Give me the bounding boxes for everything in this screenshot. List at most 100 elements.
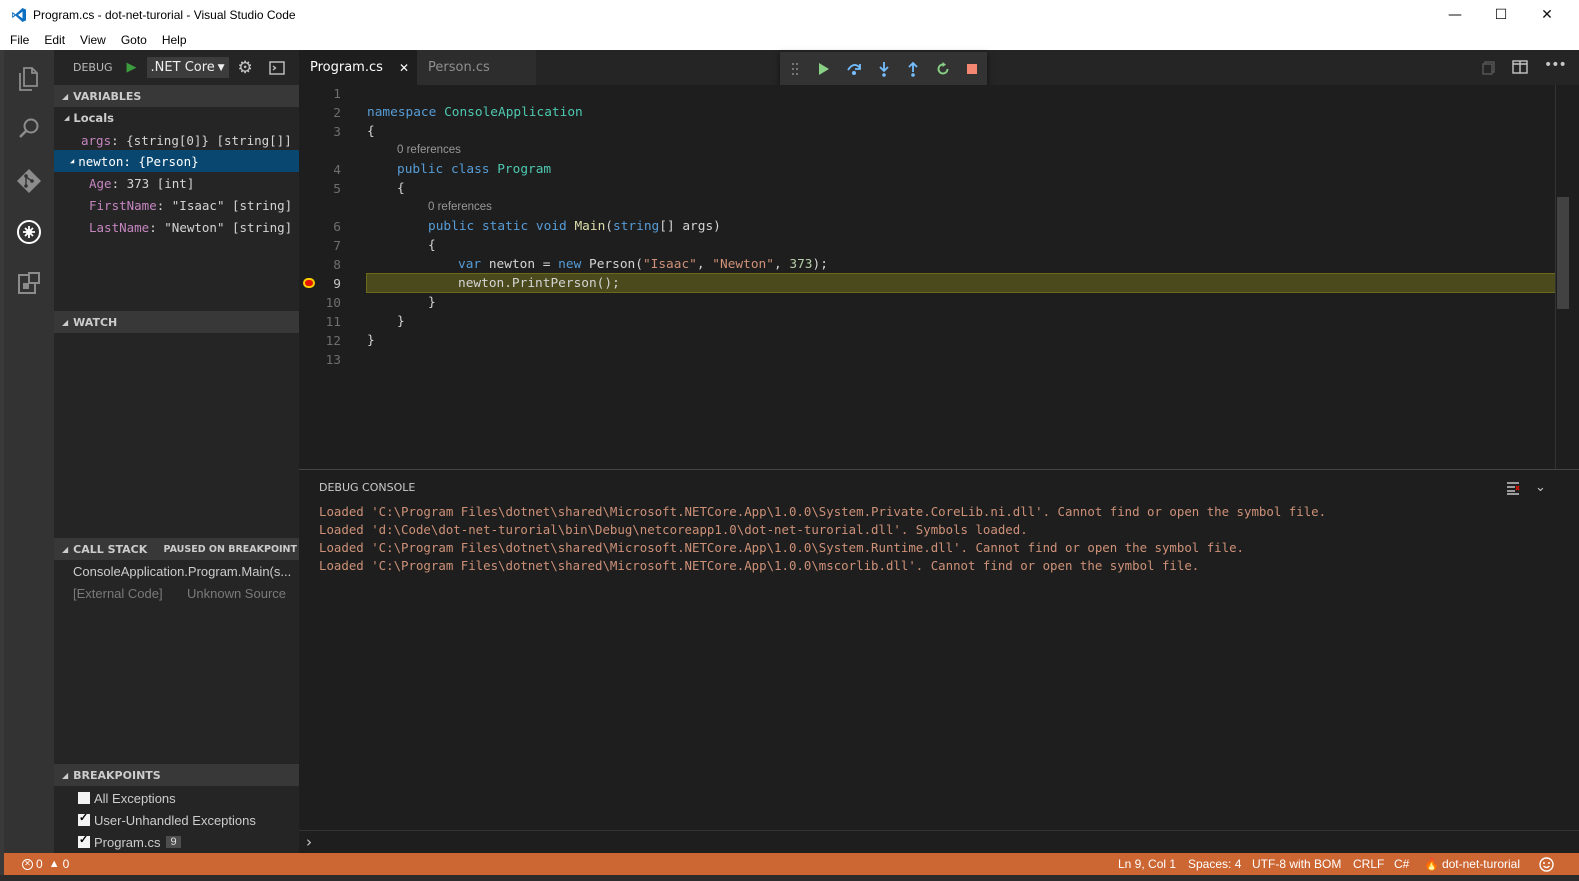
- checkbox[interactable]: [78, 811, 90, 826]
- code-lens-references[interactable]: 0 references: [397, 144, 461, 156]
- drag-handle-icon[interactable]: [780, 62, 810, 76]
- menu-bar: File Edit View Goto Help: [0, 30, 1579, 50]
- code-editor[interactable]: 1 2 3 4 5 6 7 8 9 10 11 12 13 namespace …: [299, 85, 1579, 469]
- checkbox[interactable]: [78, 792, 90, 804]
- code-line: var newton = new Person("Isaac", "Newton…: [458, 257, 828, 272]
- type-name: Program: [497, 162, 552, 177]
- line-number: 5: [333, 182, 341, 197]
- variable-value: : "Isaac" [string]: [156, 197, 293, 213]
- editor-scroll-thumb[interactable]: [1557, 197, 1569, 309]
- variable-args[interactable]: args: {string[0]} [string[]]: [54, 129, 299, 151]
- restart-icon[interactable]: [928, 61, 958, 76]
- close-window-button[interactable]: ✕: [1524, 0, 1570, 30]
- clear-console-icon[interactable]: [1506, 481, 1520, 495]
- breakpoint-all-exceptions[interactable]: All Exceptions: [54, 787, 299, 809]
- variable-newton[interactable]: ◢ newton: {Person}: [54, 150, 299, 172]
- menu-help[interactable]: Help: [157, 33, 192, 47]
- search-icon[interactable]: [16, 116, 42, 142]
- stack-frame[interactable]: [External Code] Unknown Source: [54, 582, 299, 604]
- more-actions-icon[interactable]: •••: [1544, 57, 1567, 73]
- stack-frame[interactable]: ConsoleApplication.Program.Main(s...: [54, 560, 299, 582]
- variable-value: : {string[0]} [string[]]: [111, 132, 292, 148]
- line-number: 11: [325, 315, 341, 330]
- console-line: Loaded 'C:\Program Files\dotnet\shared\M…: [319, 558, 1200, 573]
- watch-title: WATCH: [73, 315, 118, 329]
- variable-lastname[interactable]: LastName: "Newton" [string]: [54, 216, 299, 238]
- git-icon[interactable]: [16, 168, 42, 194]
- code-line: {: [397, 181, 405, 196]
- explorer-icon[interactable]: [16, 66, 42, 92]
- tab-person-cs[interactable]: Person.cs: [417, 50, 536, 85]
- tab-program-cs[interactable]: Program.cs ✕: [299, 50, 417, 85]
- error-count: 0: [36, 857, 43, 871]
- encoding[interactable]: UTF-8 with BOM: [1252, 853, 1341, 875]
- line-number: 2: [333, 106, 341, 121]
- minimize-button[interactable]: —: [1432, 0, 1478, 30]
- window-edge: [0, 875, 1579, 881]
- stop-icon[interactable]: [957, 63, 987, 74]
- variable-firstname[interactable]: FirstName: "Isaac" [string]: [54, 194, 299, 216]
- chevron-down-icon[interactable]: ⌄: [1535, 480, 1546, 495]
- console-line: Loaded 'd:\Code\dot-net-turorial\bin\Deb…: [319, 522, 1028, 537]
- menu-edit[interactable]: Edit: [39, 33, 70, 47]
- debug-icon[interactable]: [16, 219, 42, 245]
- locals-scope[interactable]: ◢ Locals: [54, 107, 299, 129]
- project-selector[interactable]: 🔥 dot-net-turorial: [1424, 853, 1520, 875]
- warning-icon: ▲: [48, 858, 60, 870]
- expand-triangle-icon: ◢: [62, 91, 69, 101]
- step-into-icon[interactable]: [869, 61, 899, 77]
- continue-icon[interactable]: [810, 62, 840, 76]
- start-debug-icon[interactable]: ▶: [127, 60, 137, 75]
- code-text: ,: [773, 257, 790, 272]
- gear-icon[interactable]: ⚙: [238, 58, 253, 78]
- breakpoint-label: All Exceptions: [94, 790, 176, 806]
- step-out-icon[interactable]: [898, 61, 928, 77]
- code-line-current: newton.PrintPerson();: [458, 276, 620, 291]
- line-number: 12: [325, 334, 341, 349]
- breakpoint-program-cs[interactable]: Program.cs 9: [54, 831, 299, 853]
- checkbox[interactable]: [78, 833, 90, 848]
- variable-value: : 373 [int]: [111, 175, 195, 191]
- split-editor-icon[interactable]: [1512, 60, 1528, 74]
- open-changes-icon[interactable]: [1482, 61, 1496, 75]
- feedback-smiley-icon[interactable]: [1539, 853, 1554, 875]
- debug-title: DEBUG: [73, 61, 113, 74]
- indentation[interactable]: Spaces: 4: [1188, 853, 1241, 875]
- console-input[interactable]: ›: [299, 830, 1579, 854]
- menu-view[interactable]: View: [75, 33, 111, 47]
- error-icon: ✕: [22, 858, 33, 870]
- code-line: {: [367, 124, 375, 139]
- code-line: public class Program: [397, 162, 551, 177]
- keyword: static: [481, 219, 529, 234]
- cursor-position[interactable]: Ln 9, Col 1: [1118, 853, 1176, 875]
- variable-name: LastName: [89, 219, 150, 235]
- breakpoints-header[interactable]: ◢ BREAKPOINTS: [54, 764, 299, 786]
- extensions-icon[interactable]: [16, 270, 42, 296]
- string-literal: "Isaac": [642, 257, 697, 272]
- close-icon[interactable]: ✕: [399, 61, 409, 75]
- keyword: new: [558, 257, 582, 272]
- line-endings[interactable]: CRLF: [1353, 853, 1384, 875]
- number-literal: 373: [789, 257, 813, 272]
- maximize-button[interactable]: ☐: [1478, 0, 1524, 30]
- console-line: Loaded 'C:\Program Files\dotnet\shared\M…: [319, 540, 1245, 555]
- launch-config-select[interactable]: .NET Core ▼: [146, 57, 229, 78]
- line-number: 4: [333, 163, 341, 178]
- keyword: string: [613, 219, 660, 234]
- problems-indicator[interactable]: ✕ 0 ▲ 0: [22, 853, 69, 875]
- line-number: 13: [325, 353, 341, 368]
- menu-goto[interactable]: Goto: [116, 33, 152, 47]
- variables-header[interactable]: ◢ VARIABLES: [54, 85, 299, 107]
- watch-header[interactable]: ◢ WATCH: [54, 311, 299, 333]
- code-lens-references[interactable]: 0 references: [428, 201, 492, 213]
- variable-age[interactable]: Age: 373 [int]: [54, 172, 299, 194]
- code-line: }: [367, 333, 375, 348]
- line-number: 10: [325, 296, 341, 311]
- breakpoint-user-unhandled[interactable]: User-Unhandled Exceptions: [54, 809, 299, 831]
- language-mode[interactable]: C#: [1394, 853, 1409, 875]
- callstack-header[interactable]: ◢ CALL STACK PAUSED ON BREAKPOINT: [54, 538, 299, 560]
- debug-console-icon[interactable]: [269, 60, 285, 75]
- step-over-icon[interactable]: [839, 62, 869, 76]
- function-name: Main: [574, 219, 606, 234]
- menu-file[interactable]: File: [5, 33, 34, 47]
